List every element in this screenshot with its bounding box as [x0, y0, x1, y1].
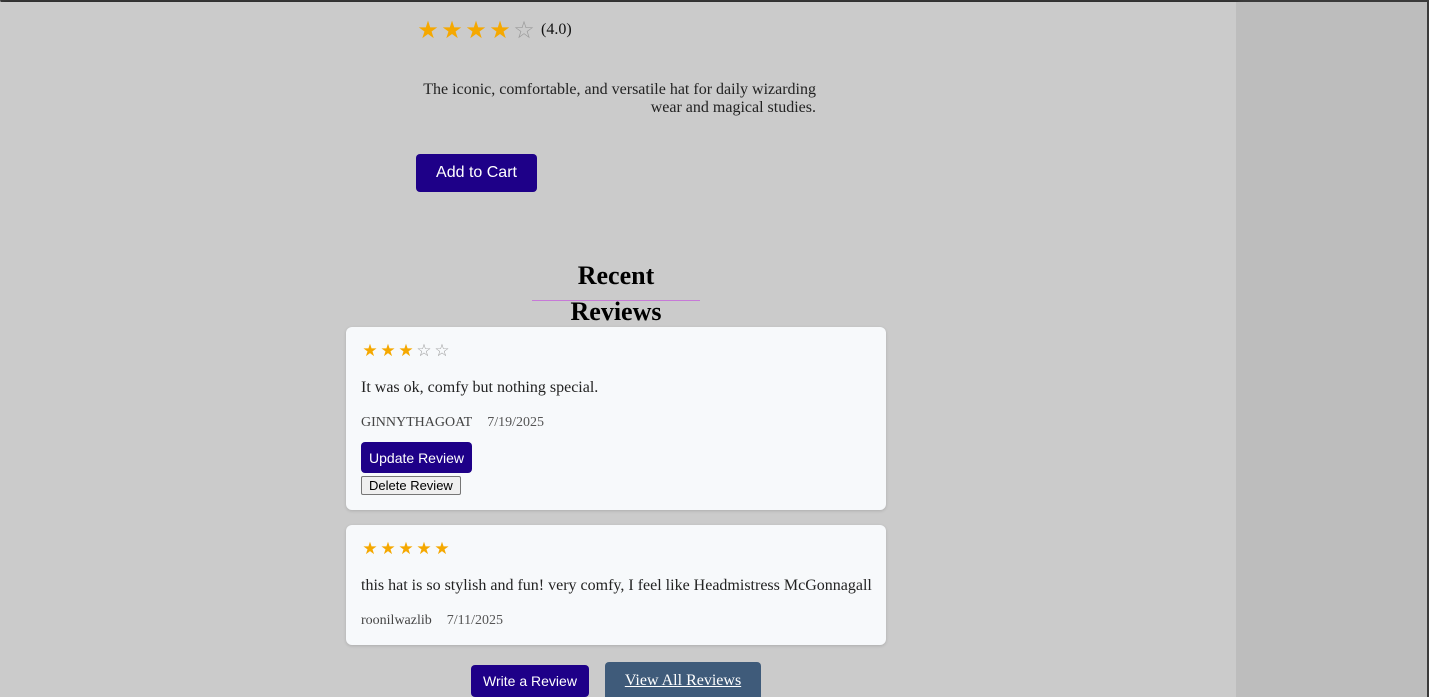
review-rating: ★ ★ ★ ★ ★	[361, 539, 451, 559]
product-rating-value: (4.0)	[541, 21, 572, 38]
update-review-button[interactable]: Update Review	[361, 442, 472, 473]
add-to-cart-button[interactable]: Add to Cart	[416, 154, 537, 192]
review-meta: GINNYTHAGOAT 7/19/2025	[361, 415, 544, 431]
review-rating: ★ ★ ★ ☆ ☆	[361, 341, 451, 361]
star-filled-icon: ★	[441, 16, 463, 44]
review-card: ★ ★ ★ ★ ★ this hat is so stylish and fun…	[346, 525, 886, 645]
star-filled-icon: ★	[362, 539, 378, 559]
star-filled-icon: ★	[398, 539, 414, 559]
review-author: GINNYTHAGOAT	[361, 415, 473, 430]
product-rating: ★ ★ ★ ★ ☆ (4.0)	[416, 16, 572, 44]
write-review-button[interactable]: Write a Review	[471, 665, 589, 697]
star-filled-icon: ★	[417, 16, 439, 44]
review-date: 7/11/2025	[446, 613, 504, 628]
review-date: 7/19/2025	[487, 415, 544, 430]
star-empty-icon: ☆	[434, 341, 450, 361]
view-all-reviews-link[interactable]: View All Reviews	[605, 662, 761, 697]
reviews-section-title: Recent Reviews	[532, 258, 700, 326]
star-filled-icon: ★	[398, 341, 414, 361]
review-author: roonilwazlib	[361, 613, 432, 628]
star-empty-icon: ☆	[416, 341, 432, 361]
star-empty-icon: ☆	[513, 16, 535, 44]
main-content-panel: ★ ★ ★ ★ ☆ (4.0) The iconic, comfortable,…	[0, 2, 1236, 697]
review-text: It was ok, comfy but nothing special.	[361, 379, 599, 396]
review-meta: roonilwazlib 7/11/2025	[361, 613, 503, 629]
star-filled-icon: ★	[380, 539, 396, 559]
star-filled-icon: ★	[416, 539, 432, 559]
side-panel	[1236, 2, 1429, 697]
product-description: The iconic, comfortable, and versatile h…	[423, 81, 816, 116]
star-filled-icon: ★	[434, 539, 450, 559]
star-filled-icon: ★	[489, 16, 511, 44]
review-card: ★ ★ ★ ☆ ☆ It was ok, comfy but nothing s…	[346, 327, 886, 510]
star-filled-icon: ★	[380, 341, 396, 361]
star-filled-icon: ★	[465, 16, 487, 44]
review-text: this hat is so stylish and fun! very com…	[361, 577, 872, 594]
delete-review-button[interactable]: Delete Review	[361, 476, 461, 495]
star-filled-icon: ★	[362, 341, 378, 361]
